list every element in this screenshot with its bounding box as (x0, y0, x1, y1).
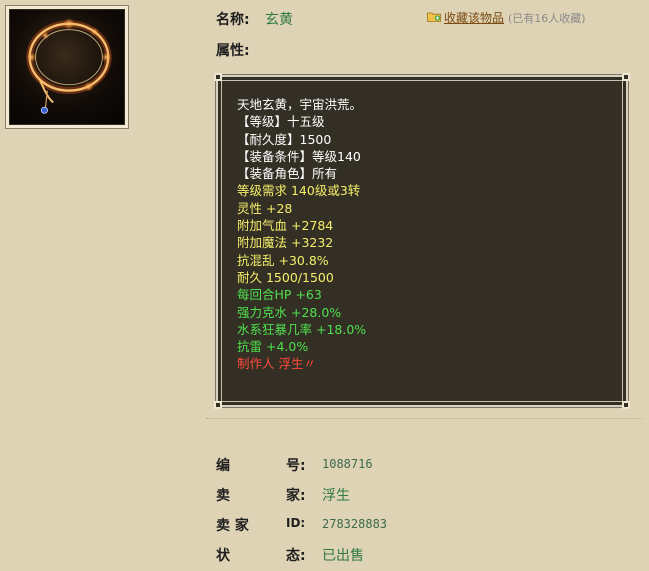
name-label: 名称: (216, 12, 250, 28)
seller-value: 浮生 (322, 488, 350, 504)
necklace-icon (26, 17, 112, 114)
attributes-panel: 天地玄黄，宇宙洪荒。 【等级】十五级 【耐久度】1500 【装备条件】等级140… (214, 73, 630, 409)
folder-add-icon[interactable] (427, 11, 441, 22)
attributes-list: 天地玄黄，宇宙洪荒。 【等级】十五级 【耐久度】1500 【装备条件】等级140… (237, 96, 366, 373)
item-name: 玄黄 (265, 12, 293, 28)
attribute-line: 【等级】十五级 (237, 114, 325, 130)
favorite-item-link[interactable]: 收藏该物品 (444, 9, 504, 26)
attribute-line: 灵性 +28 (237, 200, 293, 216)
attribute-line: 附加魔法 +3232 (237, 235, 334, 251)
attribute-line: 制作人 浮生〃 (237, 356, 316, 372)
attribute-line: 等级需求 140级或3转 (237, 183, 361, 199)
attribute-line: 每回合HP +63 (237, 287, 322, 303)
status-label-b: 态: (286, 548, 306, 564)
seller-label-b: 家: (286, 488, 306, 504)
attributes-label: 属性: (216, 43, 250, 59)
status-label-a: 状 (216, 548, 230, 564)
attribute-line: 抗雷 +4.0% (237, 339, 309, 355)
divider (206, 418, 642, 419)
seller-id-value: 278328883 (322, 517, 388, 531)
favorite-area: 收藏该物品 (已有16人收藏) (427, 9, 586, 26)
attribute-line: 【耐久度】1500 (237, 131, 332, 147)
attribute-line: 附加气血 +2784 (237, 218, 334, 234)
favorite-count: (已有16人收藏) (508, 11, 586, 25)
id-label-a: 编 (216, 458, 230, 474)
attribute-line: 天地玄黄，宇宙洪荒。 (237, 97, 363, 112)
seller-id-label-b: ID: (286, 516, 306, 530)
attribute-line: 强力克水 +28.0% (237, 304, 342, 320)
attribute-line: 【装备条件】等级140 (237, 148, 361, 164)
seller-label-a: 卖 (216, 488, 230, 504)
attribute-line: 耐久 1500/1500 (237, 269, 334, 285)
item-image (5, 5, 129, 129)
item-image-frame (9, 9, 125, 125)
attribute-line: 【装备角色】所有 (237, 166, 338, 182)
id-label-b: 号: (286, 458, 306, 474)
item-id-value: 1088716 (322, 457, 373, 471)
attribute-line: 水系狂暴几率 +18.0% (237, 321, 367, 337)
attribute-line: 抗混乱 +30.8% (237, 252, 329, 268)
status-value: 已出售 (322, 548, 364, 564)
seller-id-label-a: 卖 家 (216, 518, 249, 534)
